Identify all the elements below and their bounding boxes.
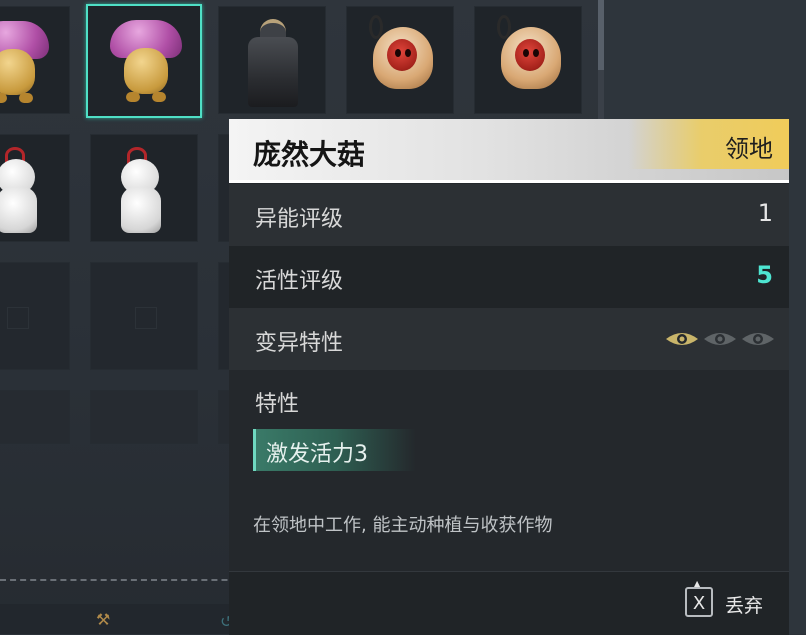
stat-row-activity: 活性评级 5	[229, 246, 789, 308]
discard-button[interactable]: 丢弃	[725, 591, 763, 618]
inventory-slot-empty[interactable]	[0, 262, 70, 370]
mutation-rating	[665, 330, 775, 348]
inventory-slot-empty[interactable]	[90, 262, 198, 370]
panel-footer: ▲ X 丢弃	[229, 571, 789, 635]
trait-label: 激发活力3	[266, 442, 368, 467]
inventory-scrollbar-thumb[interactable]	[598, 0, 604, 70]
inventory-slot[interactable]	[474, 6, 582, 114]
trait-heading: 特性	[255, 392, 300, 417]
work-type-tag: 领地	[725, 135, 773, 163]
inventory-slot-empty[interactable]	[0, 390, 70, 444]
inventory-slot[interactable]	[0, 6, 70, 114]
inventory-slot[interactable]	[218, 6, 326, 114]
stat-row-ability: 异能评级 1	[229, 184, 789, 246]
hammer-icon[interactable]: ⚒	[96, 610, 110, 629]
eye-icon-active	[666, 333, 698, 345]
inventory-slot-selected[interactable]	[86, 4, 202, 118]
stat-row-mutation: 变异特性	[229, 308, 789, 370]
inventory-slot-empty[interactable]	[90, 390, 198, 444]
stat-label: 变异特性	[255, 331, 344, 356]
panel-header: 庞然大菇 领地	[229, 119, 789, 183]
trait-description: 在领地中工作, 能主动种植与收获作物	[253, 515, 553, 536]
stat-label: 异能评级	[255, 207, 344, 232]
inventory-slot[interactable]	[346, 6, 454, 114]
eye-icon	[742, 333, 774, 345]
stat-value: 1	[757, 199, 773, 227]
eye-icon	[704, 333, 736, 345]
pal-name: 庞然大菇	[253, 138, 366, 171]
stat-value: 5	[756, 261, 773, 289]
trait-chip[interactable]: 激发活力3	[253, 429, 416, 471]
stat-label: 活性评级	[255, 269, 344, 294]
pal-detail-panel: 庞然大菇 领地 异能评级 1 活性评级 5 变异特性 特性 激发活力3 在领地中…	[229, 119, 789, 635]
inventory-slot[interactable]	[0, 134, 70, 242]
inventory-slot[interactable]	[90, 134, 198, 242]
x-key-icon[interactable]: X	[685, 587, 713, 617]
